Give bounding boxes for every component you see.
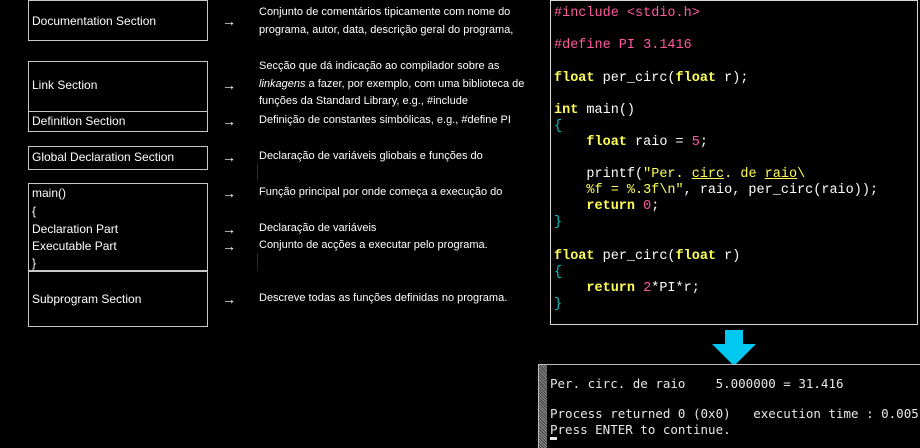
subprogram-section-label: Subprogram Section — [32, 292, 142, 306]
declaration-part-label: Declaration Part — [32, 222, 119, 236]
code-line-printf-2: %f = %.3f\n", raio, per_circ(raio)); — [586, 183, 879, 198]
divider — [257, 163, 258, 181]
executable-part-label: Executable Part — [32, 239, 117, 253]
code-line-raio: float raio = 5; — [586, 135, 708, 150]
global-declaration-arrow-icon: → — [222, 149, 236, 165]
link-description: Secção que dá indicação ao compilador so… — [259, 60, 525, 107]
console-prompt: Press ENTER to continue. — [550, 422, 731, 437]
main-close-brace: } — [32, 256, 37, 270]
code-line-open-brace-2: { — [554, 265, 563, 280]
divider — [257, 253, 258, 271]
code-line-function-def: float per_circ(float r) — [554, 249, 741, 264]
code-line-main: int main() — [554, 103, 636, 118]
code-line-include: #include <stdio.h> — [554, 6, 700, 21]
declaration-part-arrow-icon: → — [222, 221, 236, 237]
main-description: Função principal por onde começa a execu… — [259, 186, 503, 198]
subprogram-arrow-icon: → — [222, 291, 236, 307]
global-declaration-section-label: Global Declaration Section — [32, 150, 175, 164]
console-window: Per. circ. de raio 5.000000 = 31.416 Pro… — [538, 364, 920, 448]
code-line-close-brace-2: } — [554, 297, 563, 312]
link-section-label: Link Section — [32, 78, 98, 92]
global-declaration-description: Declaração de variáveis gliobais e funçõ… — [259, 150, 483, 162]
definition-section-label: Definition Section — [32, 114, 126, 128]
declaration-part-description: Declaração de variáveis — [259, 222, 377, 234]
main-label: main() — [32, 186, 67, 200]
executable-part-arrow-icon: → — [222, 238, 236, 254]
definition-arrow-icon: → — [222, 113, 236, 129]
code-line-prototype: float per_circ(float r); — [554, 71, 749, 86]
code-line-return-0: return 0; — [586, 199, 660, 214]
code-line-close-brace: } — [554, 215, 563, 230]
code-line-open-brace: { — [554, 119, 563, 134]
link-arrow-icon: → — [222, 77, 236, 93]
main-arrow-icon: → — [222, 185, 236, 201]
console-output-line: Per. circ. de raio 5.000000 = 31.416 — [550, 376, 844, 391]
subprogram-description: Descreve todas as funções definidas no p… — [259, 292, 508, 304]
documentation-arrow-icon: → — [222, 13, 236, 29]
definition-description: Definição de constantes simbólicas, e.g.… — [259, 114, 511, 126]
code-line-define: #define PI 3.1416 — [554, 38, 692, 53]
console-process-status: Process returned 0 (0x0) execution time … — [550, 406, 920, 421]
documentation-description: Conjunto de comentários tipicamente com … — [259, 6, 514, 36]
code-line-return-expr: return 2*PI*r; — [586, 281, 700, 296]
code-panel: #include <stdio.h> #define PI 3.1416 flo… — [550, 0, 918, 325]
console-scrollbar[interactable] — [539, 365, 547, 448]
console-cursor — [550, 437, 557, 440]
executable-part-description: Conjunto de acções a executar pelo progr… — [259, 239, 488, 251]
arrow-down-icon — [712, 330, 756, 366]
documentation-section-label: Documentation Section — [32, 14, 157, 28]
main-open-brace: { — [32, 204, 37, 218]
code-line-printf-1: printf("Per. circ. de raio\ — [586, 167, 806, 182]
